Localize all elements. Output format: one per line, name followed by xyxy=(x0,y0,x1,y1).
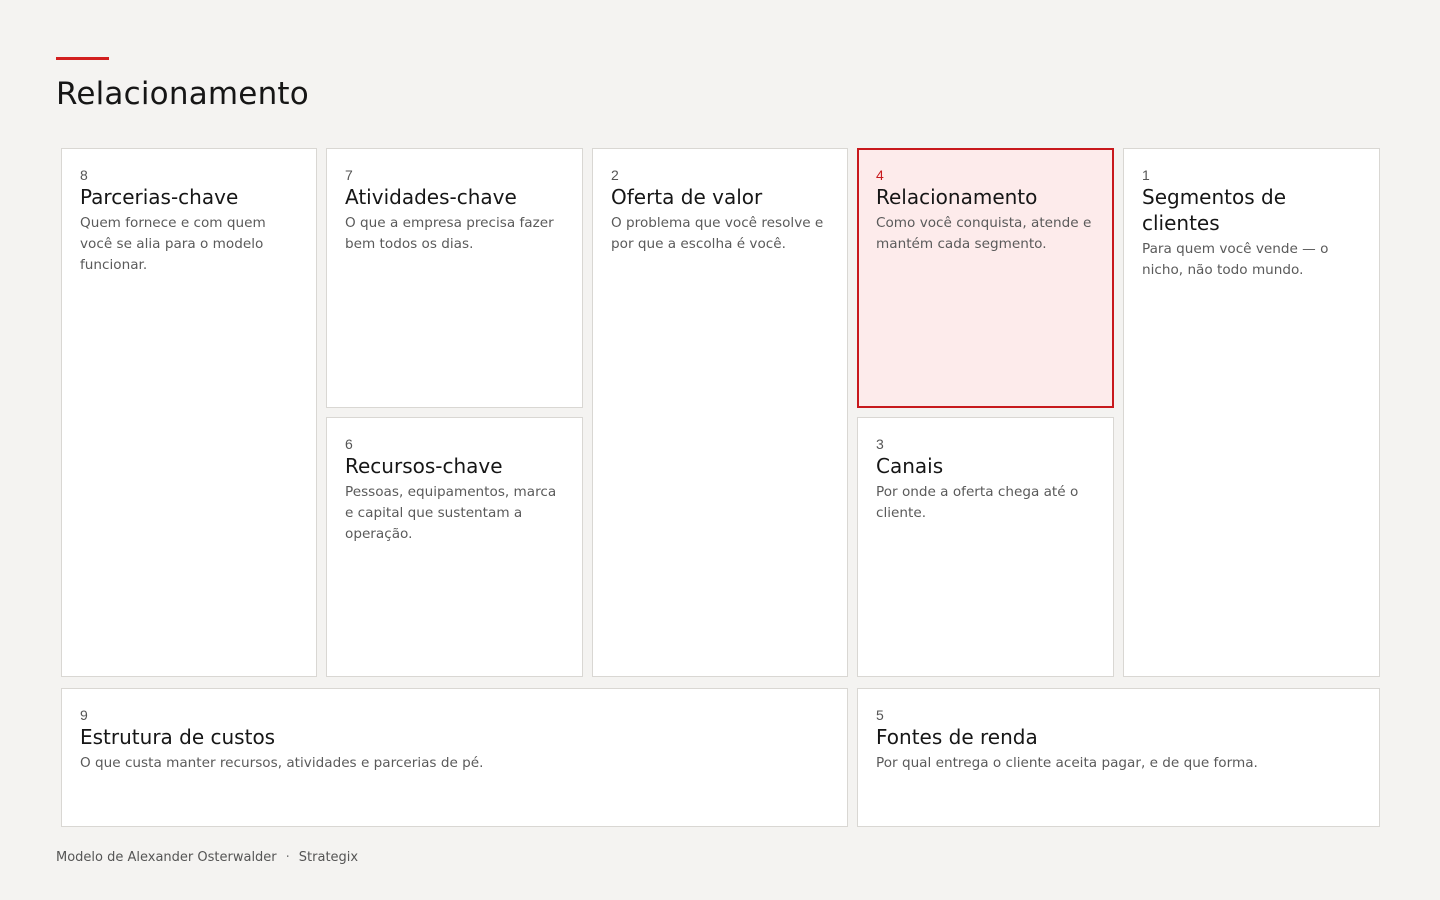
title-accent-bar xyxy=(56,57,109,60)
footer-credit: Modelo de Alexander Osterwalder xyxy=(56,850,277,865)
block-number: 2 xyxy=(611,167,619,183)
block-title: Oferta de valor xyxy=(611,185,763,209)
block-number: 3 xyxy=(876,436,884,452)
block-title: Parcerias-chave xyxy=(80,185,239,209)
block-canais[interactable]: 3 Canais Por onde a oferta chega até o c… xyxy=(857,417,1114,677)
block-title: Fontes de renda xyxy=(876,725,1038,749)
block-segmentos-de-clientes[interactable]: 1 Segmentos de clientes Para quem você v… xyxy=(1123,148,1380,677)
block-description: O que a empresa precisa fazer bem todos … xyxy=(345,215,554,252)
block-number: 8 xyxy=(80,167,88,183)
block-oferta-de-valor[interactable]: 2 Oferta de valor O problema que você re… xyxy=(592,148,848,677)
block-description: Por onde a oferta chega até o cliente. xyxy=(876,484,1079,521)
block-description: Por qual entrega o cliente aceita pagar,… xyxy=(876,755,1258,771)
block-title: Canais xyxy=(876,454,944,478)
page-title: Relacionamento xyxy=(56,76,309,112)
block-title: Relacionamento xyxy=(876,185,1038,209)
footer-brand: Strategix xyxy=(298,850,359,865)
block-description: Para quem você vende — o nicho, não todo… xyxy=(1142,241,1329,278)
block-number: 9 xyxy=(80,707,88,723)
block-number: 4 xyxy=(876,167,884,183)
block-title: Segmentos de clientes xyxy=(1142,185,1287,235)
block-number: 6 xyxy=(345,436,353,452)
block-title: Atividades-chave xyxy=(345,185,517,209)
block-description: Como você conquista, atende e mantém cad… xyxy=(876,215,1092,252)
block-description: Quem fornece e com quem você se alia par… xyxy=(80,215,266,273)
block-fontes-de-renda[interactable]: 5 Fontes de renda Por qual entrega o cli… xyxy=(857,688,1380,827)
block-number: 5 xyxy=(876,707,884,723)
block-number: 7 xyxy=(345,167,353,183)
footer-separator: · xyxy=(285,850,290,865)
block-description: O problema que você resolve e por que a … xyxy=(611,215,824,252)
block-recursos-chave[interactable]: 6 Recursos-chave Pessoas, equipamentos, … xyxy=(326,417,583,677)
block-relacionamento[interactable]: 4 Relacionamento Como você conquista, at… xyxy=(857,148,1114,408)
block-atividades-chave[interactable]: 7 Atividades-chave O que a empresa preci… xyxy=(326,148,583,408)
footer: Modelo de Alexander Osterwalder · Strategi… xyxy=(56,849,358,867)
block-estrutura-de-custos[interactable]: 9 Estrutura de custos O que custa manter… xyxy=(61,688,848,827)
block-description: O que custa manter recursos, atividades … xyxy=(80,755,484,771)
block-number: 1 xyxy=(1142,167,1150,183)
block-title: Recursos-chave xyxy=(345,454,503,478)
block-title: Estrutura de custos xyxy=(80,725,276,749)
block-description: Pessoas, equipamentos, marca e capital q… xyxy=(345,484,557,542)
block-parcerias-chave[interactable]: 8 Parcerias-chave Quem fornece e com que… xyxy=(61,148,317,677)
